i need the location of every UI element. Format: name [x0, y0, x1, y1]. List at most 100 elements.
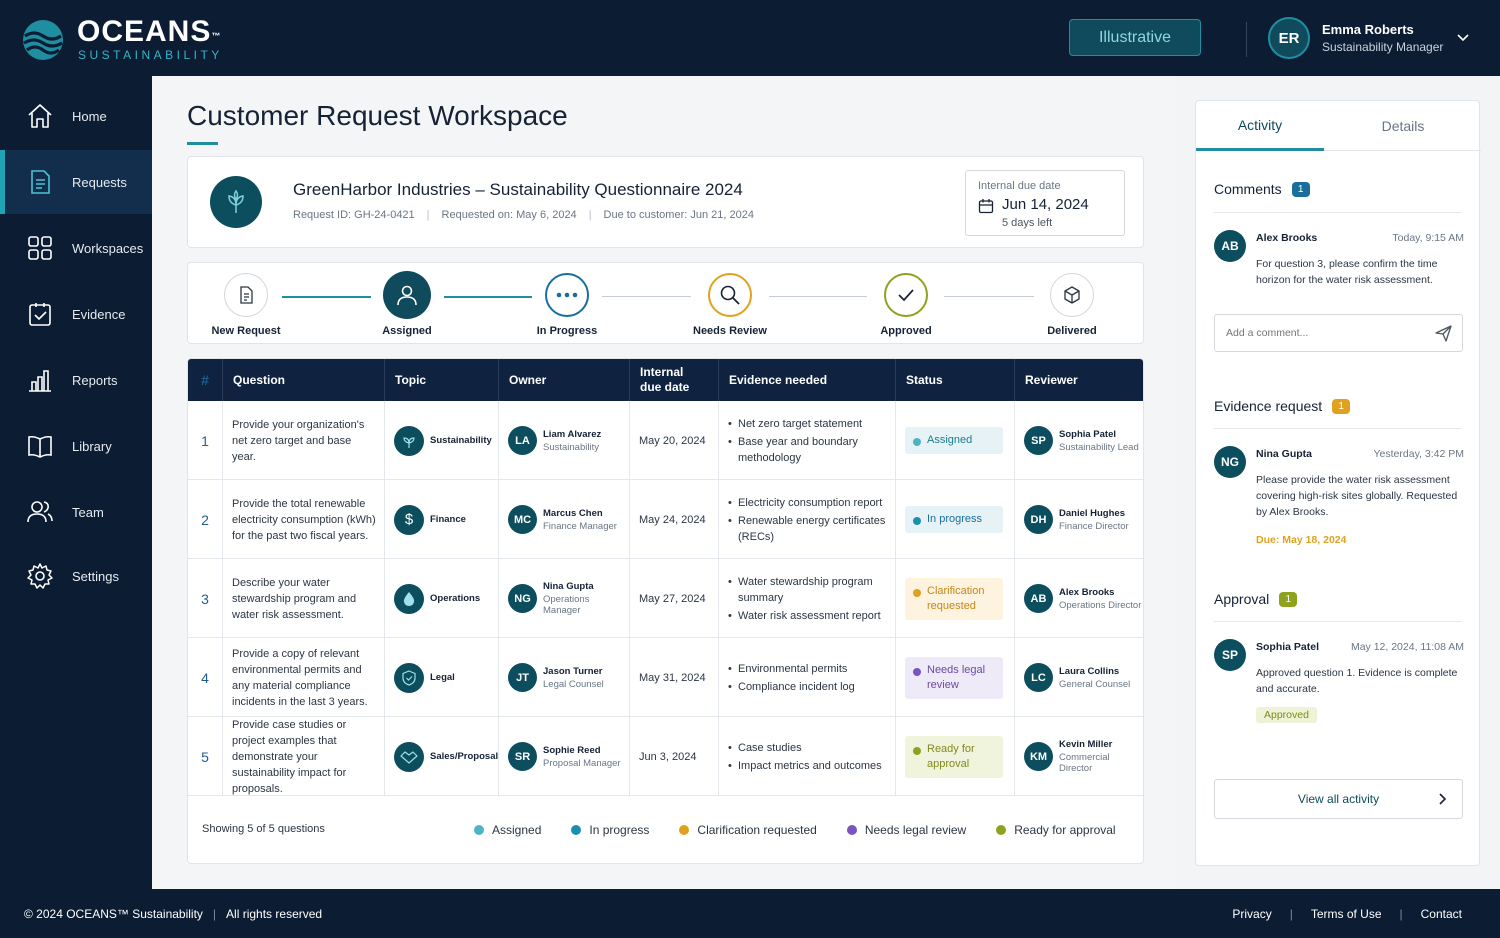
status-badge[interactable]: Needs legal review — [905, 656, 1003, 699]
column-header-question[interactable]: Question — [223, 359, 385, 401]
view-all-activity-button[interactable]: View all activity — [1214, 779, 1463, 819]
topic-label: Operations — [430, 593, 481, 604]
table-header: # Question Topic Owner Internal due date… — [188, 359, 1143, 401]
step-new-request[interactable]: New Request — [191, 273, 301, 337]
tab-details[interactable]: Details — [1339, 101, 1467, 151]
sidebar-item-label: Evidence — [72, 306, 126, 322]
step-delivered[interactable]: Delivered — [1017, 273, 1127, 337]
handshake-icon — [394, 741, 424, 772]
status-badge[interactable]: Clarification requested — [905, 577, 1003, 620]
section-divider — [1214, 621, 1462, 622]
table-row[interactable]: 4 Provide a copy of relevant environment… — [188, 638, 1143, 717]
users-icon — [27, 501, 53, 523]
step-in-progress[interactable]: In Progress — [512, 273, 622, 337]
avatar: DH — [1024, 505, 1053, 534]
brand-name: OCEANS™ — [77, 15, 222, 48]
sidebar-item-team[interactable]: Team — [0, 480, 152, 544]
dollar-icon: $ — [394, 504, 424, 535]
reviewer-name: Kevin Miller — [1059, 739, 1113, 750]
legend-item: Assigned — [474, 823, 541, 837]
owner-role: Proposal Manager — [543, 757, 621, 769]
column-header-evidence[interactable]: Evidence needed — [719, 359, 896, 401]
legend-item: Needs legal review — [846, 823, 966, 837]
sidebar-item-label: Team — [72, 504, 104, 520]
sidebar-item-requests[interactable]: Requests — [0, 150, 152, 214]
illustrative-button[interactable]: Illustrative — [1069, 19, 1201, 56]
footer-link-privacy[interactable]: Privacy — [1232, 907, 1271, 921]
column-header-status[interactable]: Status — [896, 359, 1015, 401]
comment-time: Today, 9:15 AM — [1392, 232, 1464, 244]
sidebar-item-evidence[interactable]: Evidence — [0, 282, 152, 346]
avatar: SR — [508, 742, 537, 771]
table-row[interactable]: 5 Provide case studies or project exampl… — [188, 717, 1143, 796]
approval-count: 1 — [1279, 591, 1298, 607]
evidence-item: Net zero target statement — [728, 416, 895, 432]
reviewer-role: General Counsel — [1059, 678, 1131, 690]
header-divider — [1246, 22, 1247, 57]
sidebar-item-settings[interactable]: Settings — [0, 544, 152, 608]
comment-input[interactable] — [1215, 315, 1430, 351]
owner-name: Sophie Reed — [543, 744, 601, 756]
status-cell: Clarification requested — [896, 559, 1015, 638]
sidebar-item-library[interactable]: Library — [0, 414, 152, 478]
brand-logo[interactable]: OCEANS™ SUSTAINABILITY — [22, 16, 242, 62]
sidebar-item-workspaces[interactable]: Workspaces — [0, 216, 152, 280]
status-badge[interactable]: Ready for approval — [905, 735, 1003, 778]
due-date: May 20, 2024 — [630, 401, 719, 480]
footer-link-contact[interactable]: Contact — [1421, 907, 1462, 921]
reviewer-cell: KM Kevin Miller Commercial Director — [1015, 717, 1143, 796]
step-assigned[interactable]: Assigned — [352, 271, 462, 337]
grid-icon — [28, 236, 52, 260]
topic-label: Sales/Proposal — [430, 751, 499, 762]
column-header-number[interactable]: # — [188, 359, 223, 401]
due-date: May 24, 2024 — [630, 480, 719, 559]
document-icon — [224, 273, 268, 317]
activity-panel: Activity Details Comments 1 AB Alex Broo… — [1195, 100, 1481, 866]
clipboard-check-icon — [29, 303, 51, 326]
column-header-owner[interactable]: Owner — [499, 359, 630, 401]
send-icon[interactable] — [1435, 325, 1452, 342]
reviewer-name: Daniel Hughes — [1059, 507, 1125, 519]
table-row[interactable]: 2 Provide the total renewable electricit… — [188, 480, 1143, 559]
chevron-down-icon[interactable] — [1456, 30, 1470, 44]
status-badge[interactable]: Assigned — [905, 427, 1003, 454]
home-icon — [28, 104, 52, 128]
reviewer-cell: AB Alex Brooks Operations Director — [1015, 559, 1143, 638]
footer-link-terms[interactable]: Terms of Use — [1311, 907, 1382, 921]
column-header-topic[interactable]: Topic — [385, 359, 499, 401]
table-row[interactable]: 1 Provide your organization's net zero t… — [188, 401, 1143, 480]
section-divider — [1214, 212, 1462, 213]
owner-name: Jason Turner — [543, 665, 603, 677]
column-header-reviewer[interactable]: Reviewer — [1015, 359, 1143, 401]
tab-activity[interactable]: Activity — [1196, 101, 1324, 151]
status-badge[interactable]: In progress — [905, 506, 1003, 533]
sidebar-item-label: Settings — [72, 568, 119, 584]
step-needs-review[interactable]: Needs Review — [675, 273, 785, 337]
question-text: Provide case studies or project examples… — [223, 717, 385, 796]
evidence-cell: Net zero target statement Base year and b… — [719, 401, 896, 480]
step-approved[interactable]: Approved — [851, 273, 961, 337]
sidebar-item-home[interactable]: Home — [0, 84, 152, 148]
avatar: AB — [1024, 584, 1053, 613]
avatar: MC — [508, 505, 537, 534]
user-avatar[interactable]: ER — [1268, 17, 1310, 59]
request-due: Due: May 18, 2024 — [1256, 534, 1347, 546]
evidence-item: Base year and boundary methodology — [728, 434, 895, 466]
owner-role: Operations Manager — [543, 594, 590, 616]
owner-role: Finance Manager — [543, 520, 617, 532]
question-text: Provide your organization's net zero tar… — [223, 401, 385, 480]
user-role: Sustainability Manager — [1322, 40, 1444, 54]
table-row[interactable]: 3 Describe your water stewardship progra… — [188, 559, 1143, 638]
shield-icon — [394, 662, 424, 693]
avatar: SP — [1214, 639, 1246, 671]
sidebar-item-reports[interactable]: Reports — [0, 348, 152, 412]
owner-cell: LA Liam Alvarez Sustainability — [499, 401, 630, 480]
due-to-customer: Due to customer: Jun 21, 2024 — [603, 209, 754, 221]
evidence-cell: Electricity consumption report Renewable … — [719, 480, 896, 559]
column-header-due-date[interactable]: Internal due date — [630, 359, 719, 401]
user-icon — [383, 271, 431, 319]
reviewer-role: Operations Director — [1059, 599, 1142, 611]
evidence-item: Renewable energy certificates (RECs) — [728, 513, 895, 545]
approval-text: Approved question 1. Evidence is complet… — [1256, 667, 1458, 695]
reviewer-name: Alex Brooks — [1059, 586, 1115, 598]
